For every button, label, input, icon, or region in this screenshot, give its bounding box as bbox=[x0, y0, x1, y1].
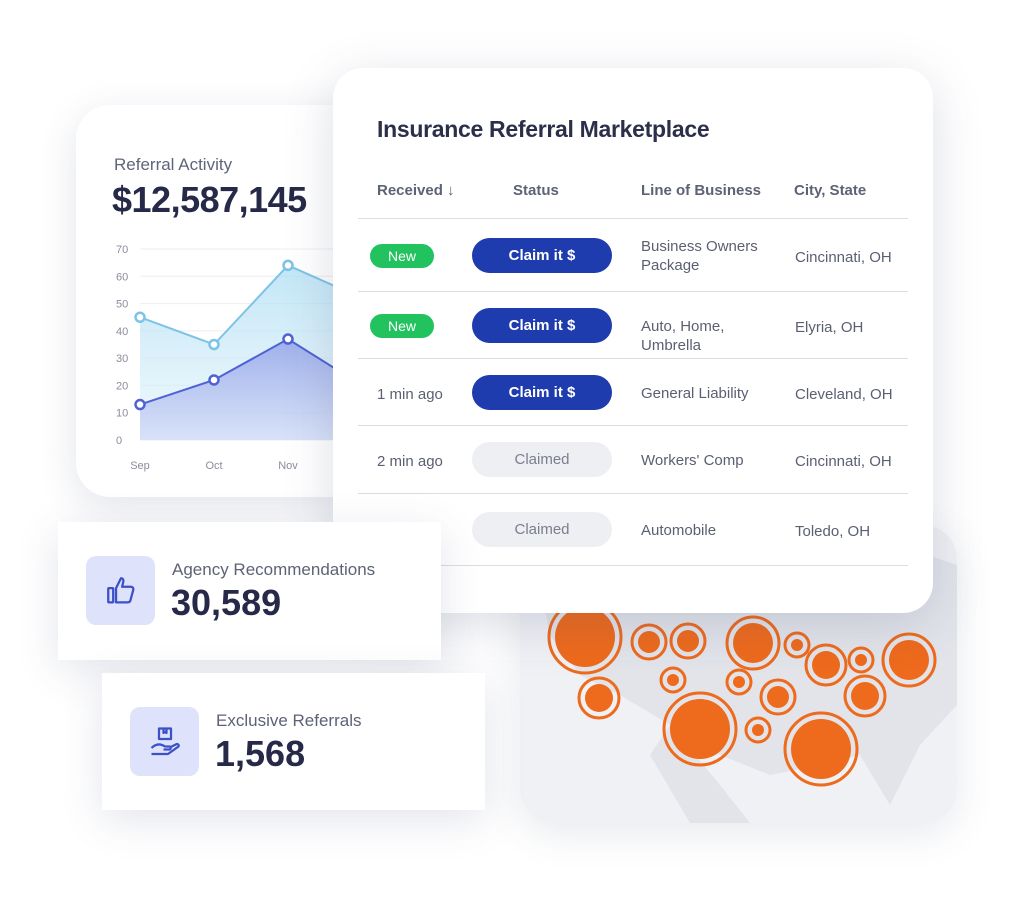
table-row: 1 min ago Claim it $ General Liability Clev… bbox=[333, 359, 933, 426]
data-point bbox=[134, 311, 146, 323]
y-tick-label: 40 bbox=[116, 326, 128, 338]
map-marker bbox=[585, 684, 613, 712]
map-marker bbox=[791, 719, 851, 779]
line-of-business: General Liability bbox=[641, 384, 749, 402]
exclusive-referrals-value: 1,568 bbox=[215, 733, 306, 774]
claimed-status: Claimed bbox=[472, 512, 612, 547]
map-marker bbox=[638, 631, 660, 653]
y-tick-label: 60 bbox=[116, 271, 128, 283]
claimed-status: Claimed bbox=[472, 442, 612, 477]
line-of-business: Business Owners Package bbox=[641, 237, 758, 274]
hand-package-icon bbox=[130, 707, 199, 776]
column-line-of-business: Line of Business bbox=[641, 182, 762, 199]
data-point bbox=[208, 374, 220, 386]
column-received[interactable]: Received ↓ bbox=[377, 182, 455, 199]
y-tick-label: 50 bbox=[116, 299, 128, 311]
city-state: Elyria, OH bbox=[795, 318, 864, 336]
map-marker bbox=[667, 674, 679, 686]
data-point bbox=[134, 398, 146, 411]
map-marker bbox=[767, 686, 789, 708]
x-tick-label: Sep bbox=[130, 460, 150, 472]
table-row: New Claim it $ Business Owners Package Cinc… bbox=[333, 219, 933, 292]
claim-button[interactable]: Claim it $ bbox=[472, 237, 612, 273]
column-city-state: City, State bbox=[794, 182, 867, 199]
data-point bbox=[282, 333, 294, 345]
x-tick-label: Nov bbox=[278, 460, 298, 472]
y-tick-label: 0 bbox=[116, 435, 122, 447]
y-tick-label: 70 bbox=[116, 244, 128, 256]
claim-button[interactable]: Claim it $ bbox=[472, 307, 612, 343]
city-state: Cleveland, OH bbox=[795, 385, 893, 403]
new-badge: New bbox=[370, 313, 434, 338]
map-marker bbox=[791, 639, 803, 651]
map-marker bbox=[851, 682, 879, 710]
marketplace-title: Insurance Referral Marketplace bbox=[377, 116, 710, 142]
new-badge: New bbox=[370, 243, 434, 268]
exclusive-referrals-card: Exclusive Referrals 1,568 bbox=[102, 673, 485, 810]
received-time: 2 min ago bbox=[377, 453, 443, 470]
table-row: 2 min ago Claimed Workers' Comp Cincinnati,… bbox=[333, 426, 933, 494]
thumbs-up-icon bbox=[86, 556, 155, 625]
map-marker bbox=[812, 651, 840, 679]
y-tick-label: 20 bbox=[116, 380, 128, 392]
referral-activity-card: Referral Activity $12,587,145 0 10 20 30 40 5… bbox=[76, 105, 366, 497]
claim-button[interactable]: Claim it $ bbox=[472, 374, 612, 410]
line-of-business: Automobile bbox=[641, 522, 717, 539]
map-marker bbox=[555, 607, 615, 667]
agency-recommendations-label: Agency Recommendations bbox=[172, 560, 376, 579]
city-state: Cincinnati, OH bbox=[795, 248, 892, 266]
map-marker bbox=[752, 724, 764, 736]
column-status: Status bbox=[513, 182, 559, 199]
x-tick-label: Oct bbox=[205, 460, 222, 472]
city-state: Toledo, OH bbox=[795, 523, 871, 540]
map-marker bbox=[677, 630, 699, 652]
map-marker bbox=[889, 640, 929, 680]
y-tick-label: 30 bbox=[116, 353, 128, 365]
data-point bbox=[208, 338, 220, 351]
line-of-business: Auto, Home, Umbrella bbox=[641, 317, 725, 354]
line-of-business: Workers' Comp bbox=[641, 452, 744, 469]
map-marker bbox=[855, 654, 867, 666]
city-state: Cincinnati, OH bbox=[795, 453, 892, 470]
agency-recommendations-card: Agency Recommendations 30,589 bbox=[58, 522, 441, 660]
map-marker bbox=[670, 699, 730, 759]
map-marker bbox=[733, 623, 773, 663]
referral-activity-chart: 0 10 20 30 40 50 60 70 Sep Oct Nov bbox=[116, 244, 366, 472]
received-time: 1 min ago bbox=[377, 385, 443, 403]
y-tick-label: 10 bbox=[116, 408, 128, 420]
agency-recommendations-value: 30,589 bbox=[171, 582, 282, 623]
data-point bbox=[282, 259, 294, 272]
map-marker bbox=[733, 676, 745, 688]
exclusive-referrals-label: Exclusive Referrals bbox=[216, 711, 362, 730]
table-row: New Claim it $ Auto, Home, Umbrella Elyria,… bbox=[333, 292, 933, 359]
